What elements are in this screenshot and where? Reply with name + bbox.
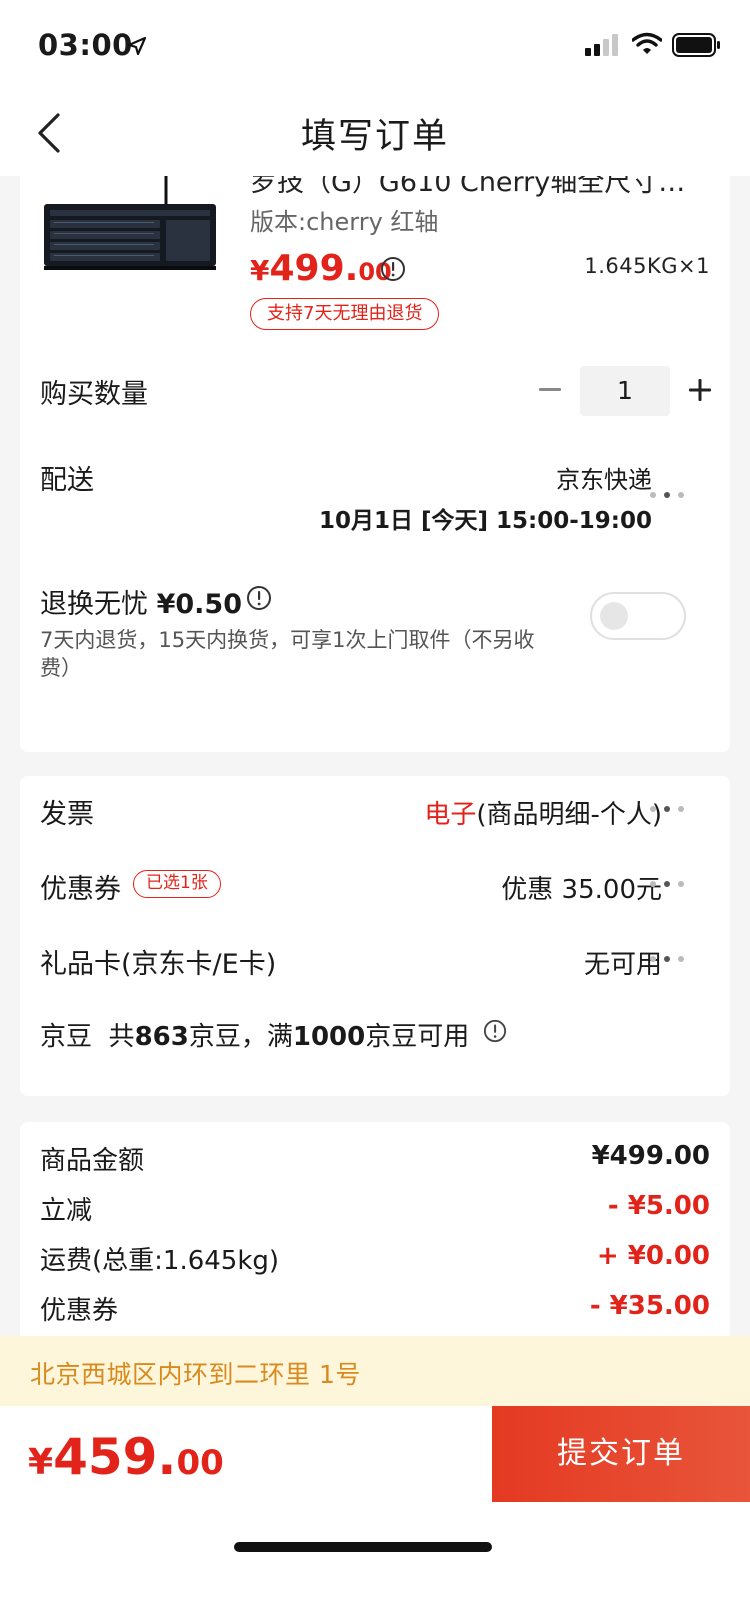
submit-order-button[interactable]: 提交订单 [492,1406,750,1502]
worry-free-toggle[interactable] [590,592,686,640]
battery-icon [672,33,720,57]
order-page: 03:00 填写订单 罗技（G）G610 Cherry轴全尺寸… 版本:cher… [0,0,750,1624]
gift-card-more-icon[interactable] [648,953,688,965]
total-symbol: ¥ [28,1442,54,1483]
worry-free-title: 退换无忧 [40,589,148,620]
wifi-icon [632,32,662,54]
location-arrow-icon [127,36,147,56]
price-info-icon[interactable] [380,256,406,282]
coupon-badge: 已选1张 [133,870,221,898]
coupon-value[interactable]: 优惠 35.00元 [501,869,662,906]
nav-bar: 填写订单 [0,90,750,176]
product-card: 罗技（G）G610 Cherry轴全尺寸… 版本:cherry 红轴 ¥499.… [20,140,730,752]
price-symbol: ¥ [250,254,270,287]
jd-bean-threshold: 1000 [292,1022,366,1052]
total-integer: 459. [53,1428,177,1486]
toggle-knob [600,602,628,630]
home-indicator[interactable] [234,1542,492,1552]
checkout-bar: ¥459.00 提交订单 [0,1406,750,1624]
price-integer: 499. [269,248,359,289]
quantity-minus-button[interactable] [530,368,570,412]
summary-value: - ¥5.00 [607,1191,710,1221]
invoice-more-icon[interactable] [648,803,688,815]
page-title: 填写订单 [300,117,449,157]
quantity-label: 购买数量 [40,379,148,410]
gift-card-label: 礼品卡(京东卡/E卡) [40,949,277,980]
shipping-more-icon[interactable] [648,489,688,501]
worry-free-info-icon[interactable] [246,585,272,611]
weight-quantity: 1.645KG×1 [584,254,710,278]
signal-icon [585,34,618,56]
jd-bean-info-icon[interactable] [483,1019,507,1043]
summary-label: 优惠券 [40,1296,119,1326]
invoice-value[interactable]: 电子(商品明细-个人) [424,794,662,831]
jd-bean-mid: 京豆，满 [188,1022,293,1052]
product-price: ¥499.00 [250,248,392,289]
summary-value: ¥499.00 [591,1141,710,1171]
quantity-plus-button[interactable] [680,368,720,412]
summary-label: 立减 [40,1196,93,1226]
status-time: 03:00 [38,28,133,62]
payment-options-card: 发票 电子(商品明细-个人) 优惠券 已选1张 优惠 35.00元 礼品卡(京东… [20,776,730,1096]
summary-label: 运费(总重:1.645kg) [40,1246,280,1276]
jd-bean-prefix: 共 [108,1022,135,1052]
worry-free-label: 退换无忧 ¥0.50 [40,582,242,621]
invoice-label: 发票 [40,799,94,830]
shipping-carrier[interactable]: 京东快递 [556,460,652,495]
return-policy-badge: 支持7天无理由退货 [250,298,440,330]
price-summary-card: 商品金额 ¥499.00 立减 - ¥5.00 运费(总重:1.645kg) + ¥0.0… [20,1122,730,1362]
plus-icon [689,379,711,401]
shipping-label: 配送 [40,465,94,496]
summary-value: + ¥0.00 [596,1241,710,1271]
product-image[interactable] [44,170,216,280]
shipping-time[interactable]: 10月1日 [今天] 15:00-19:00 [319,501,652,535]
address-bar[interactable]: 北京西城区内环到二环里 1号 [0,1336,750,1406]
jd-bean-row: 京豆 共863京豆，满1000京豆可用 [40,1016,469,1053]
status-bar: 03:00 [0,0,750,90]
worry-free-price: ¥0.50 [156,589,242,620]
address-text: 北京西城区内环到二环里 1号 [30,1360,361,1389]
product-spec: 版本:cherry 红轴 [250,208,439,236]
invoice-type: 电子 [424,800,477,830]
order-total: ¥459.00 [28,1428,224,1486]
total-decimal: 00 [176,1443,224,1483]
jd-bean-count: 863 [134,1022,189,1052]
quantity-input[interactable]: 1 [580,366,670,416]
minus-icon [539,388,561,391]
coupon-label: 优惠券 [40,874,121,905]
invoice-detail: (商品明细-个人) [476,800,662,830]
coupon-more-icon[interactable] [648,878,688,890]
jd-bean-label: 京豆 [40,1022,93,1052]
worry-free-description: 7天内退货，15天内换货，可享1次上门取件（不另收费） [40,628,535,680]
summary-label: 商品金额 [40,1146,145,1176]
jd-bean-suffix: 京豆可用 [365,1022,470,1052]
summary-value: - ¥35.00 [589,1291,710,1321]
